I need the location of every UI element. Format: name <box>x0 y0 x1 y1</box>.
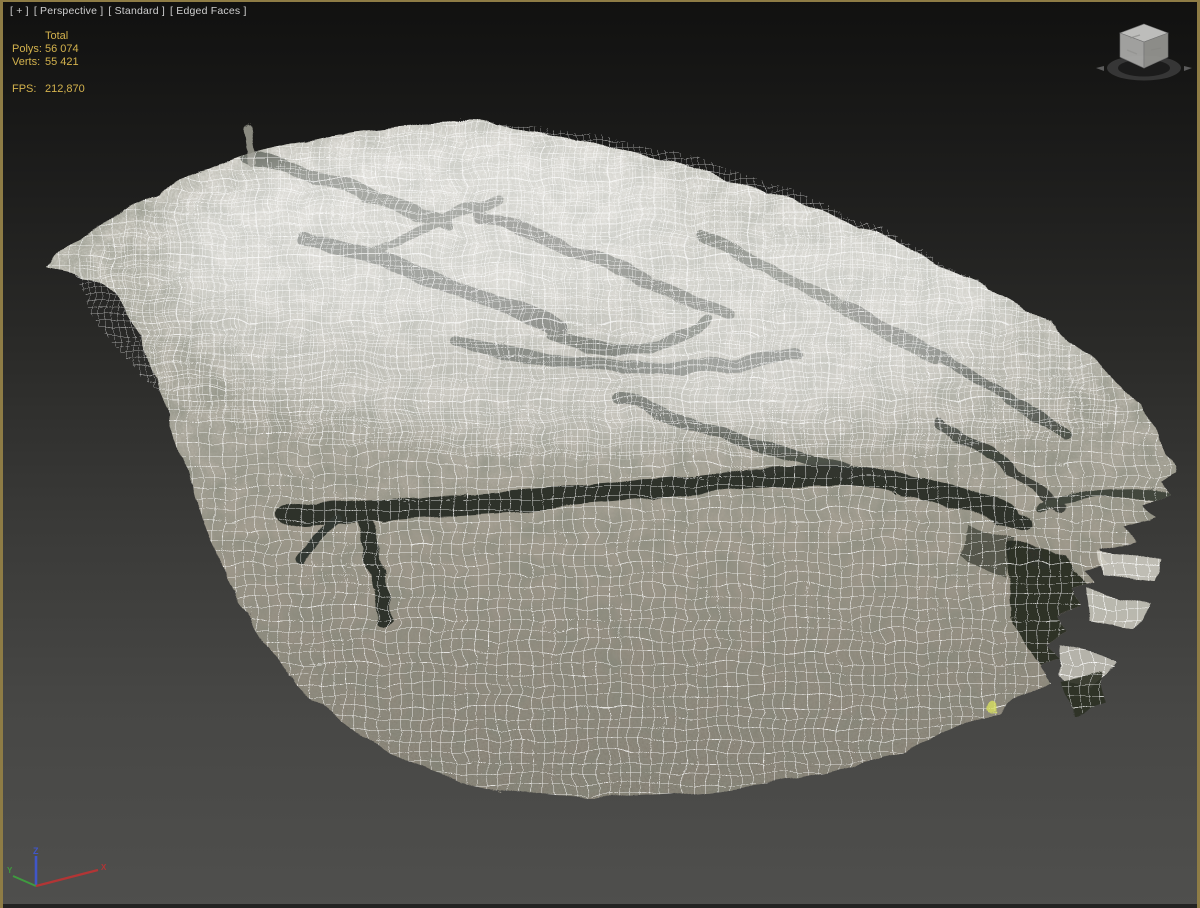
viewport-general-menu[interactable]: [ + ] <box>10 5 29 17</box>
x-axis-label: X <box>101 863 107 872</box>
stats-fps-row: FPS: 212,870 <box>12 83 85 96</box>
verts-value: 55 421 <box>45 56 79 68</box>
stats-header-row: Total <box>12 30 85 43</box>
y-axis-label: Y <box>7 866 13 875</box>
viewport-shading-menu[interactable]: [ Standard ] <box>108 5 165 17</box>
x-axis-line <box>35 868 99 888</box>
max-viewport-frame: [ + ] [ Perspective ] [ Standard ] [ Edg… <box>0 0 1200 908</box>
y-axis-line <box>12 875 37 887</box>
moss-highlight-spot <box>982 699 992 709</box>
fps-label: FPS: <box>12 83 37 95</box>
z-axis-label: Z <box>33 846 39 856</box>
viewport-canvas[interactable]: [ + ] [ Perspective ] [ Standard ] [ Edg… <box>0 0 1200 908</box>
viewcube-right-arrow[interactable] <box>1184 66 1192 71</box>
viewcube-left-arrow[interactable] <box>1096 66 1104 71</box>
polys-label: Polys: <box>12 43 42 55</box>
viewport-pov-menu[interactable]: [ Perspective ] <box>34 5 104 17</box>
scene-render <box>42 110 1173 795</box>
viewcube-icon[interactable] <box>1094 8 1194 92</box>
mesh-model[interactable] <box>42 110 1173 795</box>
axis-tripod-icon: Z Y X <box>7 846 107 888</box>
viewport-edged-faces-menu[interactable]: [ Edged Faces ] <box>170 5 247 17</box>
fps-value: 212,870 <box>45 83 85 95</box>
bottom-edge-strip <box>3 904 1197 908</box>
stats-verts-row: Verts: 55 421 <box>12 56 85 69</box>
verts-label: Verts: <box>12 56 41 68</box>
statistics-overlay: Total Polys: 56 074 Verts: 55 421 FPS: 2… <box>12 30 85 96</box>
viewport-label: [ + ] [ Perspective ] [ Standard ] [ Edg… <box>10 5 247 17</box>
stats-total-header: Total <box>45 30 69 42</box>
stats-polys-row: Polys: 56 074 <box>12 43 85 56</box>
polys-value: 56 074 <box>45 43 79 55</box>
